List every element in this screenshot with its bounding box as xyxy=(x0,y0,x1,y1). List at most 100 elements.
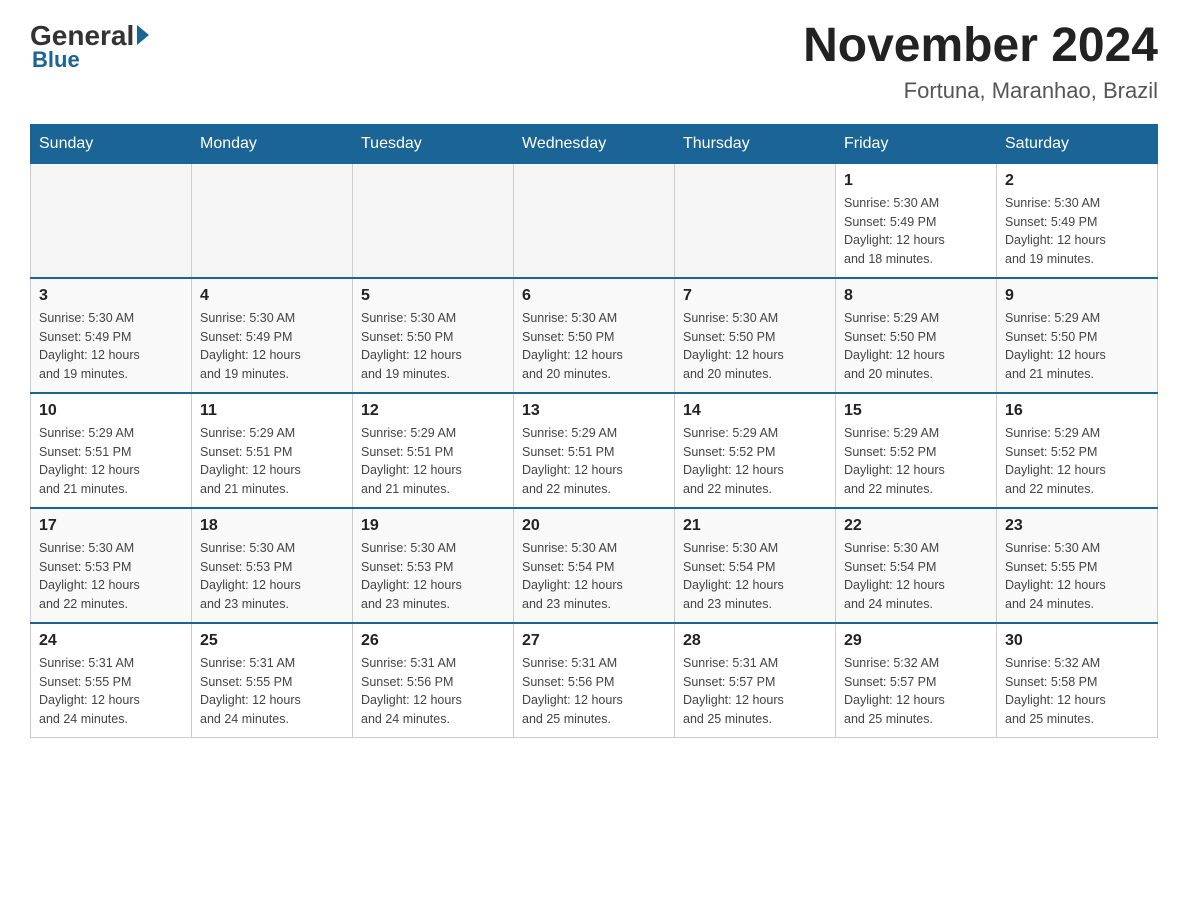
day-info: Sunrise: 5:29 AMSunset: 5:51 PMDaylight:… xyxy=(522,424,666,499)
calendar-cell: 18 Sunrise: 5:30 AMSunset: 5:53 PMDayligh… xyxy=(192,508,353,623)
day-info: Sunrise: 5:29 AMSunset: 5:52 PMDaylight:… xyxy=(1005,424,1149,499)
day-number: 25 xyxy=(200,632,344,650)
day-number: 8 xyxy=(844,287,988,305)
day-info: Sunrise: 5:29 AMSunset: 5:51 PMDaylight:… xyxy=(39,424,183,499)
day-number: 19 xyxy=(361,517,505,535)
day-number: 24 xyxy=(39,632,183,650)
day-info: Sunrise: 5:30 AMSunset: 5:53 PMDaylight:… xyxy=(200,539,344,614)
title-area: November 2024 Fortuna, Maranhao, Brazil xyxy=(803,20,1158,104)
day-info: Sunrise: 5:31 AMSunset: 5:55 PMDaylight:… xyxy=(39,654,183,729)
calendar-cell: 8 Sunrise: 5:29 AMSunset: 5:50 PMDaylight… xyxy=(836,278,997,393)
day-number: 26 xyxy=(361,632,505,650)
day-info: Sunrise: 5:29 AMSunset: 5:50 PMDaylight:… xyxy=(844,309,988,384)
day-number: 11 xyxy=(200,402,344,420)
day-info: Sunrise: 5:30 AMSunset: 5:54 PMDaylight:… xyxy=(844,539,988,614)
week-row-3: 10Sunrise: 5:29 AMSunset: 5:51 PMDayligh… xyxy=(31,393,1158,508)
calendar-cell xyxy=(514,163,675,278)
calendar-cell: 19 Sunrise: 5:30 AMSunset: 5:53 PMDayligh… xyxy=(353,508,514,623)
calendar-cell: 12 Sunrise: 5:29 AMSunset: 5:51 PMDayligh… xyxy=(353,393,514,508)
calendar-cell: 7 Sunrise: 5:30 AMSunset: 5:50 PMDaylight… xyxy=(675,278,836,393)
calendar-cell: 14 Sunrise: 5:29 AMSunset: 5:52 PMDayligh… xyxy=(675,393,836,508)
calendar-cell: 15 Sunrise: 5:29 AMSunset: 5:52 PMDayligh… xyxy=(836,393,997,508)
calendar-cell: 17 Sunrise: 5:30 AMSunset: 5:53 PMDayligh… xyxy=(31,508,192,623)
calendar-cell: 2 Sunrise: 5:30 AMSunset: 5:49 PMDaylight… xyxy=(997,163,1158,278)
calendar-table: SundayMondayTuesdayWednesdayThursdayFrid… xyxy=(30,124,1158,738)
calendar-cell: 23 Sunrise: 5:30 AMSunset: 5:55 PMDayligh… xyxy=(997,508,1158,623)
day-number: 6 xyxy=(522,287,666,305)
header: General Blue November 2024 Fortuna, Mara… xyxy=(30,20,1158,104)
calendar-cell: 26 Sunrise: 5:31 AMSunset: 5:56 PMDayligh… xyxy=(353,623,514,738)
calendar-cell: 1Sunrise: 5:30 AMSunset: 5:49 PMDaylight… xyxy=(836,163,997,278)
day-number: 5 xyxy=(361,287,505,305)
calendar-cell: 5 Sunrise: 5:30 AMSunset: 5:50 PMDaylight… xyxy=(353,278,514,393)
header-row: SundayMondayTuesdayWednesdayThursdayFrid… xyxy=(31,124,1158,163)
calendar-body: 1Sunrise: 5:30 AMSunset: 5:49 PMDaylight… xyxy=(31,163,1158,737)
day-info: Sunrise: 5:31 AMSunset: 5:56 PMDaylight:… xyxy=(361,654,505,729)
calendar-cell: 27Sunrise: 5:31 AMSunset: 5:56 PMDayligh… xyxy=(514,623,675,738)
day-number: 9 xyxy=(1005,287,1149,305)
day-info: Sunrise: 5:30 AMSunset: 5:49 PMDaylight:… xyxy=(844,194,988,269)
day-info: Sunrise: 5:29 AMSunset: 5:50 PMDaylight:… xyxy=(1005,309,1149,384)
day-info: Sunrise: 5:30 AMSunset: 5:49 PMDaylight:… xyxy=(39,309,183,384)
day-info: Sunrise: 5:32 AMSunset: 5:57 PMDaylight:… xyxy=(844,654,988,729)
day-number: 13 xyxy=(522,402,666,420)
day-number: 17 xyxy=(39,517,183,535)
day-info: Sunrise: 5:30 AMSunset: 5:54 PMDaylight:… xyxy=(683,539,827,614)
day-info: Sunrise: 5:31 AMSunset: 5:57 PMDaylight:… xyxy=(683,654,827,729)
day-number: 12 xyxy=(361,402,505,420)
day-number: 2 xyxy=(1005,172,1149,190)
day-info: Sunrise: 5:29 AMSunset: 5:52 PMDaylight:… xyxy=(683,424,827,499)
location-title: Fortuna, Maranhao, Brazil xyxy=(803,78,1158,104)
logo: General Blue xyxy=(30,20,149,73)
day-info: Sunrise: 5:30 AMSunset: 5:55 PMDaylight:… xyxy=(1005,539,1149,614)
day-info: Sunrise: 5:31 AMSunset: 5:56 PMDaylight:… xyxy=(522,654,666,729)
day-number: 3 xyxy=(39,287,183,305)
calendar-cell: 24 Sunrise: 5:31 AMSunset: 5:55 PMDayligh… xyxy=(31,623,192,738)
day-info: Sunrise: 5:29 AMSunset: 5:51 PMDaylight:… xyxy=(361,424,505,499)
calendar-cell: 20Sunrise: 5:30 AMSunset: 5:54 PMDayligh… xyxy=(514,508,675,623)
calendar-cell: 21 Sunrise: 5:30 AMSunset: 5:54 PMDayligh… xyxy=(675,508,836,623)
day-number: 4 xyxy=(200,287,344,305)
week-row-1: 1Sunrise: 5:30 AMSunset: 5:49 PMDaylight… xyxy=(31,163,1158,278)
calendar-cell: 25 Sunrise: 5:31 AMSunset: 5:55 PMDayligh… xyxy=(192,623,353,738)
calendar-cell xyxy=(675,163,836,278)
calendar-cell: 28 Sunrise: 5:31 AMSunset: 5:57 PMDayligh… xyxy=(675,623,836,738)
header-day-saturday: Saturday xyxy=(997,124,1158,163)
day-number: 30 xyxy=(1005,632,1149,650)
day-number: 28 xyxy=(683,632,827,650)
calendar-cell: 11 Sunrise: 5:29 AMSunset: 5:51 PMDayligh… xyxy=(192,393,353,508)
month-title: November 2024 xyxy=(803,20,1158,73)
day-info: Sunrise: 5:31 AMSunset: 5:55 PMDaylight:… xyxy=(200,654,344,729)
day-number: 22 xyxy=(844,517,988,535)
header-day-tuesday: Tuesday xyxy=(353,124,514,163)
day-number: 21 xyxy=(683,517,827,535)
calendar-header: SundayMondayTuesdayWednesdayThursdayFrid… xyxy=(31,124,1158,163)
day-number: 16 xyxy=(1005,402,1149,420)
day-info: Sunrise: 5:30 AMSunset: 5:50 PMDaylight:… xyxy=(522,309,666,384)
day-info: Sunrise: 5:30 AMSunset: 5:49 PMDaylight:… xyxy=(1005,194,1149,269)
calendar-cell xyxy=(353,163,514,278)
calendar-cell: 30 Sunrise: 5:32 AMSunset: 5:58 PMDayligh… xyxy=(997,623,1158,738)
day-number: 18 xyxy=(200,517,344,535)
calendar-cell: 9 Sunrise: 5:29 AMSunset: 5:50 PMDaylight… xyxy=(997,278,1158,393)
calendar-cell: 16 Sunrise: 5:29 AMSunset: 5:52 PMDayligh… xyxy=(997,393,1158,508)
day-info: Sunrise: 5:30 AMSunset: 5:50 PMDaylight:… xyxy=(361,309,505,384)
day-info: Sunrise: 5:29 AMSunset: 5:52 PMDaylight:… xyxy=(844,424,988,499)
day-info: Sunrise: 5:32 AMSunset: 5:58 PMDaylight:… xyxy=(1005,654,1149,729)
calendar-cell: 22 Sunrise: 5:30 AMSunset: 5:54 PMDayligh… xyxy=(836,508,997,623)
header-day-monday: Monday xyxy=(192,124,353,163)
logo-arrow-icon xyxy=(137,25,149,45)
day-info: Sunrise: 5:30 AMSunset: 5:53 PMDaylight:… xyxy=(361,539,505,614)
calendar-cell: 3 Sunrise: 5:30 AMSunset: 5:49 PMDaylight… xyxy=(31,278,192,393)
header-day-thursday: Thursday xyxy=(675,124,836,163)
day-info: Sunrise: 5:29 AMSunset: 5:51 PMDaylight:… xyxy=(200,424,344,499)
day-info: Sunrise: 5:30 AMSunset: 5:53 PMDaylight:… xyxy=(39,539,183,614)
week-row-2: 3 Sunrise: 5:30 AMSunset: 5:49 PMDaylight… xyxy=(31,278,1158,393)
calendar-cell xyxy=(192,163,353,278)
day-info: Sunrise: 5:30 AMSunset: 5:50 PMDaylight:… xyxy=(683,309,827,384)
day-number: 14 xyxy=(683,402,827,420)
day-number: 15 xyxy=(844,402,988,420)
week-row-4: 17 Sunrise: 5:30 AMSunset: 5:53 PMDayligh… xyxy=(31,508,1158,623)
day-number: 7 xyxy=(683,287,827,305)
day-number: 23 xyxy=(1005,517,1149,535)
